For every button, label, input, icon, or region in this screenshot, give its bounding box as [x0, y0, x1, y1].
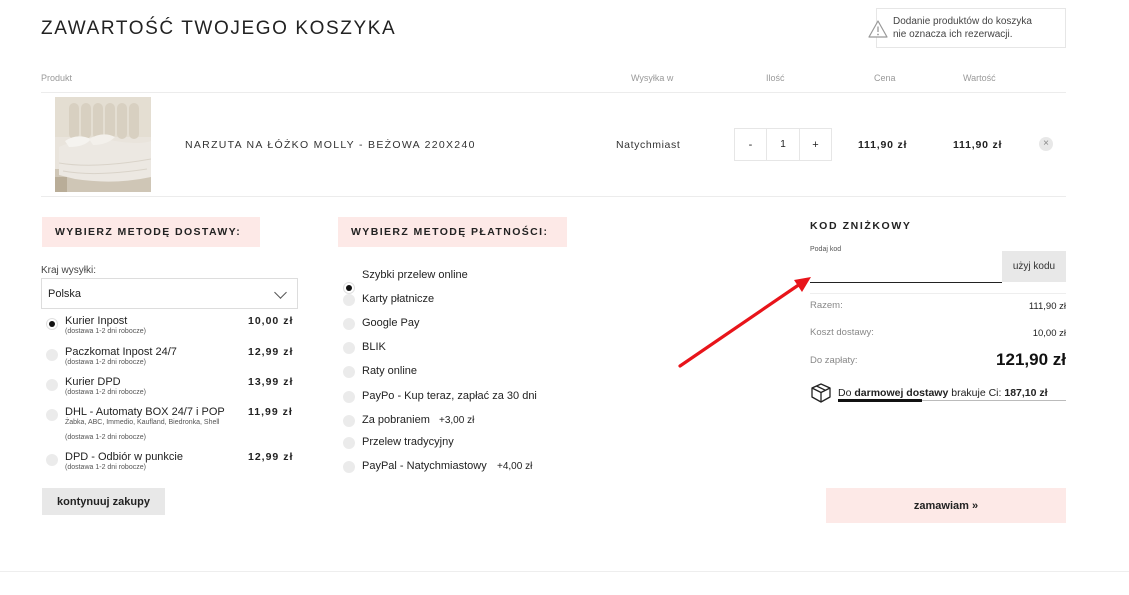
payment-radio[interactable] — [343, 415, 355, 427]
delivery-option-price: 12,99 zł — [248, 451, 294, 463]
divider — [810, 293, 1066, 294]
delivery-option-price: 10,00 zł — [248, 315, 294, 327]
payment-radio[interactable] — [343, 282, 355, 294]
payment-radio[interactable] — [343, 391, 355, 403]
payment-radio[interactable] — [343, 294, 355, 306]
payment-option-name: PayPal - Natychmiastowy — [362, 460, 487, 472]
free-shipping-middle: brakuje Ci: — [951, 387, 1002, 399]
delivery-option-subtitle: (dostawa 1-2 dni robocze) — [65, 328, 146, 335]
discount-title: KOD ZNIŻKOWY — [810, 220, 912, 232]
delivery-radio[interactable] — [46, 454, 58, 466]
remove-item-icon[interactable]: × — [1039, 137, 1053, 151]
delivery-option-name: DPD - Odbiór w punkcie — [65, 451, 183, 463]
notice-line-1: Dodanie produktów do koszyka — [893, 16, 1032, 27]
payment-radio[interactable] — [343, 318, 355, 330]
continue-shopping-button[interactable]: kontynuuj zakupy — [42, 488, 165, 515]
payment-option-name: BLIK — [362, 341, 386, 353]
payment-option-name: Google Pay — [362, 317, 420, 329]
delivery-heading: WYBIERZ METODĘ DOSTAWY: — [42, 217, 260, 247]
notice-line-2: nie oznacza ich rezerwacji. — [893, 29, 1013, 40]
payment-option-surcharge: +4,00 zł — [497, 461, 533, 472]
col-header-value: Wartość — [963, 73, 996, 83]
payment-option-name: Karty płatnicze — [362, 293, 435, 305]
delivery-option-subtitle: (dostawa 1-2 dni robocze) — [65, 464, 146, 471]
place-order-button[interactable]: zamawiam » — [826, 488, 1066, 523]
apply-code-button[interactable]: użyj kodu — [1002, 251, 1066, 282]
payment-option-name: Za pobraniem — [362, 414, 430, 426]
delivery-option-price: 12,99 zł — [248, 346, 294, 358]
package-box-icon — [811, 383, 831, 403]
country-label: Kraj wysyłki: — [41, 265, 97, 276]
delivery-option-subtitle-2: (dostawa 1-2 dni robocze) — [65, 434, 146, 441]
chevron-down-icon — [274, 286, 287, 299]
delivery-option-name: Paczkomat Inpost 24/7 — [65, 346, 177, 358]
free-shipping-progress — [838, 399, 1066, 402]
delivery-option-subtitle: Żabka, ABC, Immedio, Kaufland, Biedronka… — [65, 419, 220, 426]
delivery-option-price: 13,99 zł — [248, 376, 294, 388]
col-header-product: Produkt — [41, 73, 73, 83]
free-shipping-progress-fill — [838, 399, 923, 402]
quantity-stepper: - 1 + — [734, 128, 832, 161]
col-header-price: Cena — [874, 73, 896, 83]
payment-heading: WYBIERZ METODĘ PŁATNOŚCI: — [338, 217, 567, 247]
delivery-radio[interactable] — [46, 318, 58, 330]
delivery-option-subtitle: (dostawa 1-2 dni robocze) — [65, 359, 146, 366]
divider — [41, 92, 1066, 93]
payment-radio[interactable] — [343, 366, 355, 378]
product-name[interactable]: NARZUTA NA ŁÓŻKO MOLLY - BEŻOWA 220X240 — [185, 139, 476, 151]
quantity-value[interactable]: 1 — [766, 129, 800, 160]
country-select-value: Polska — [48, 287, 82, 300]
free-shipping-highlight: darmowej dostawy — [854, 387, 949, 399]
payment-option-name: Szybki przelew online — [362, 269, 468, 281]
product-thumbnail[interactable] — [55, 97, 151, 192]
quantity-decrease-button[interactable]: - — [735, 129, 766, 160]
payment-radio[interactable] — [343, 437, 355, 449]
delivery-radio[interactable] — [46, 379, 58, 391]
page-title: ZAWARTOŚĆ TWOJEGO KOSZYKA — [41, 18, 397, 39]
shipping-time: Natychmiast — [616, 139, 681, 151]
payment-radio[interactable] — [343, 342, 355, 354]
footer-divider — [0, 571, 1129, 572]
col-header-quantity: Ilość — [766, 73, 785, 83]
shipping-cost-value: 10,00 zł — [1032, 328, 1066, 339]
divider — [41, 196, 1066, 197]
delivery-option-name: DHL - Automaty BOX 24/7 i POP — [65, 406, 225, 418]
country-select[interactable]: Polska — [41, 278, 298, 309]
free-shipping-prefix: Do — [838, 387, 852, 399]
quantity-increase-button[interactable]: + — [800, 129, 831, 160]
free-shipping-amount: 187,10 zł — [1004, 387, 1048, 399]
delivery-option-price: 11,99 zł — [248, 406, 293, 418]
payment-option-name: Przelew tradycyjny — [362, 436, 454, 448]
payment-option-surcharge: +3,00 zł — [439, 415, 475, 426]
delivery-option-name: Kurier DPD — [65, 376, 121, 388]
total-value: 121,90 zł — [996, 350, 1066, 369]
item-value: 111,90 zł — [953, 139, 1003, 151]
item-price: 111,90 zł — [858, 139, 908, 151]
subtotal-value: 111,90 zł — [1028, 301, 1066, 312]
delivery-option-subtitle: (dostawa 1-2 dni robocze) — [65, 389, 146, 396]
payment-option-name: Raty online — [362, 365, 418, 377]
delivery-radio[interactable] — [46, 349, 58, 361]
payment-radio[interactable] — [343, 461, 355, 473]
delivery-option-name: Kurier Inpost — [65, 315, 128, 327]
discount-code-input[interactable] — [810, 251, 1002, 283]
payment-option-name: PayPo - Kup teraz, zapłać za 30 dni — [362, 390, 537, 402]
delivery-radio[interactable] — [46, 409, 58, 421]
red-arrow-annotation — [678, 277, 811, 368]
warning-triangle-icon — [868, 20, 888, 38]
col-header-shipping: Wysyłka w — [631, 73, 674, 83]
reservation-notice: Dodanie produktów do koszyka nie oznacza… — [868, 8, 1066, 48]
